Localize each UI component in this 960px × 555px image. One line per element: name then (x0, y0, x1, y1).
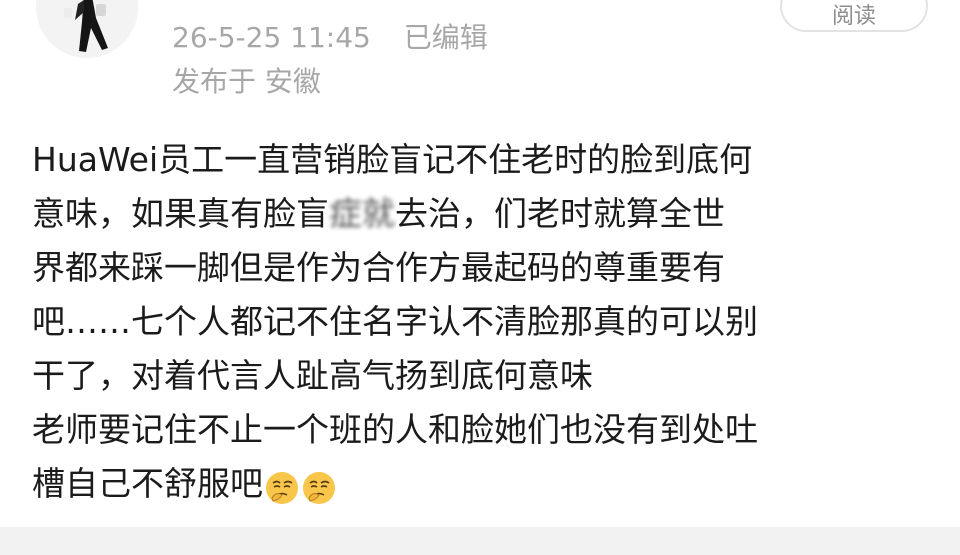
thinking-face-icon (301, 468, 337, 504)
post-text-segment: 干了，对着代言人趾高气扬到底何意味 (32, 356, 593, 395)
blurred-text-segment: 症就 (329, 194, 395, 233)
post-line: 界都来踩一脚但是作为合作方最起码的尊重要有 (32, 241, 937, 295)
bottom-divider (0, 527, 960, 555)
post-line: 槽自己不舒服吧 (32, 457, 937, 511)
post-text-segment: HuaWei员工一直营销脸盲记不住老时的脸到底何 (32, 140, 753, 179)
read-button[interactable]: 阅读 (780, 0, 928, 32)
post-text-segment: 吧……七个人都记不住名字认不清脸那真的可以别 (32, 302, 758, 341)
post-text: HuaWei员工一直营销脸盲记不住老时的脸到底何 意味，如果真有脸盲症就去治，们… (32, 133, 937, 511)
post-text-segment: 去治，们老时就算全世 (395, 194, 725, 233)
post-text-segment: 界都来踩一脚但是作为合作方最起码的尊重要有 (32, 248, 725, 287)
avatar-image (36, 0, 138, 58)
weibo-post: 26-5-25 11:45 已编辑 发布于 安徽 阅读 HuaWei员工一直营销… (0, 0, 960, 555)
post-line: 吧……七个人都记不住名字认不清脸那真的可以别 (32, 295, 937, 349)
post-text-segment: 意味，如果真有脸盲 (32, 194, 329, 233)
post-line: HuaWei员工一直营销脸盲记不住老时的脸到底何 (32, 133, 937, 187)
post-text-segment: 槽自己不舒服吧 (32, 464, 263, 503)
edited-label: 已编辑 (403, 21, 488, 54)
avatar[interactable] (36, 0, 138, 58)
post-line: 干了，对着代言人趾高气扬到底何意味 (32, 349, 937, 403)
post-line: 老师要记住不止一个班的人和脸她们也没有到处吐 (32, 403, 937, 457)
post-text-segment: 老师要记住不止一个班的人和脸她们也没有到处吐 (32, 410, 758, 449)
thinking-face-icon (264, 468, 300, 504)
post-meta: 26-5-25 11:45 已编辑 (172, 24, 488, 52)
post-timestamp: 26-5-25 11:45 (172, 21, 371, 54)
post-location: 发布于 安徽 (172, 65, 321, 98)
post-line: 意味，如果真有脸盲症就去治，们老时就算全世 (32, 187, 937, 241)
